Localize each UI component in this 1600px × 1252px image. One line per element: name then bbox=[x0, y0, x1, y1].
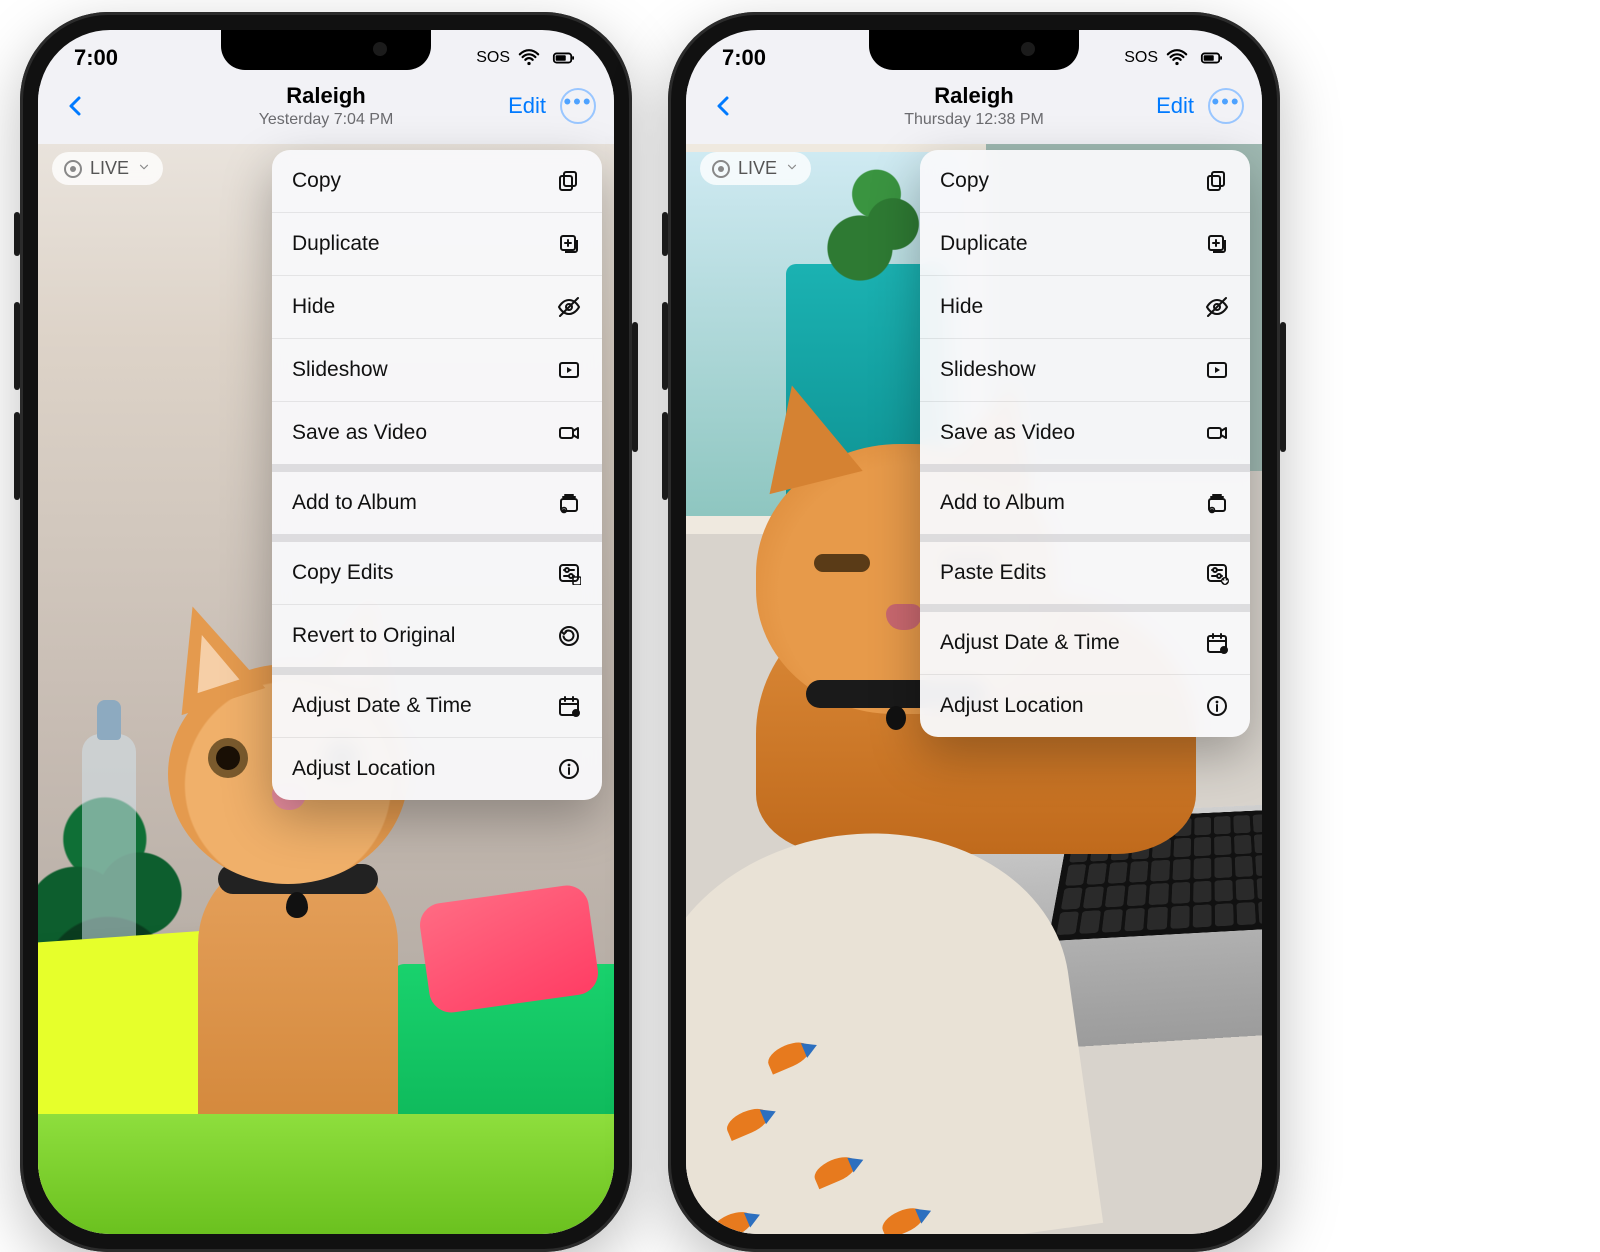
video-icon bbox=[556, 420, 582, 446]
context-menu: Copy Duplicate Hide Slideshow Save as Vi… bbox=[272, 150, 602, 800]
wifi-icon bbox=[518, 47, 540, 69]
nav-bar: Raleigh Yesterday 7:04 PM Edit ••• bbox=[38, 86, 614, 136]
menu-item-label: Revert to Original bbox=[292, 624, 455, 648]
sliders-copy-icon bbox=[556, 560, 582, 586]
edit-button[interactable]: Edit bbox=[1156, 93, 1194, 119]
hide-icon bbox=[556, 294, 582, 320]
live-badge[interactable]: LIVE bbox=[52, 152, 163, 185]
menu-item-copy[interactable]: Copy bbox=[272, 150, 602, 212]
menu-item-label: Add to Album bbox=[940, 491, 1065, 515]
menu-item-label: Save as Video bbox=[292, 421, 427, 445]
menu-item-copy[interactable]: Copy bbox=[920, 150, 1250, 212]
album-icon bbox=[1204, 490, 1230, 516]
menu-item-info[interactable]: Adjust Location bbox=[272, 737, 602, 800]
status-time: 7:00 bbox=[74, 45, 118, 71]
menu-item-album[interactable]: Add to Album bbox=[920, 472, 1250, 534]
menu-item-label: Duplicate bbox=[940, 232, 1028, 256]
wifi-icon bbox=[1166, 47, 1188, 69]
menu-item-sliders-paste[interactable]: Paste Edits bbox=[920, 542, 1250, 604]
menu-group: Add to Album bbox=[920, 464, 1250, 534]
live-icon bbox=[64, 160, 82, 178]
more-button[interactable]: ••• bbox=[560, 88, 596, 124]
menu-group: Add to Album bbox=[272, 464, 602, 534]
battery-icon bbox=[1196, 47, 1226, 69]
menu-item-label: Hide bbox=[292, 295, 335, 319]
menu-item-duplicate[interactable]: Duplicate bbox=[920, 212, 1250, 275]
menu-item-slideshow[interactable]: Slideshow bbox=[272, 338, 602, 401]
calendar-icon bbox=[556, 693, 582, 719]
back-button[interactable] bbox=[56, 86, 96, 126]
menu-item-album[interactable]: Add to Album bbox=[272, 472, 602, 534]
menu-group: Adjust Date & Time Adjust Location bbox=[272, 667, 602, 800]
menu-item-sliders-copy[interactable]: Copy Edits bbox=[272, 542, 602, 604]
live-label: LIVE bbox=[90, 158, 129, 179]
battery-icon bbox=[548, 47, 578, 69]
menu-item-video[interactable]: Save as Video bbox=[272, 401, 602, 464]
context-menu: Copy Duplicate Hide Slideshow Save as Vi… bbox=[920, 150, 1250, 737]
status-sos: SOS bbox=[476, 49, 510, 67]
copy-icon bbox=[1204, 168, 1230, 194]
copy-icon bbox=[556, 168, 582, 194]
hide-icon bbox=[1204, 294, 1230, 320]
notch bbox=[869, 30, 1079, 70]
menu-item-label: Adjust Date & Time bbox=[940, 631, 1120, 655]
notch bbox=[221, 30, 431, 70]
more-button[interactable]: ••• bbox=[1208, 88, 1244, 124]
sliders-paste-icon bbox=[1204, 560, 1230, 586]
menu-item-label: Adjust Location bbox=[940, 694, 1084, 718]
menu-group: Copy Duplicate Hide Slideshow Save as Vi… bbox=[920, 150, 1250, 464]
phone-screen: 7:00 SOS Raleigh Yesterday 7:04 PM Edit … bbox=[38, 30, 614, 1234]
menu-item-revert[interactable]: Revert to Original bbox=[272, 604, 602, 667]
menu-item-label: Paste Edits bbox=[940, 561, 1046, 585]
menu-item-calendar[interactable]: Adjust Date & Time bbox=[272, 675, 602, 737]
menu-item-label: Add to Album bbox=[292, 491, 417, 515]
menu-item-duplicate[interactable]: Duplicate bbox=[272, 212, 602, 275]
info-icon bbox=[556, 756, 582, 782]
info-icon bbox=[1204, 693, 1230, 719]
phone-frame: 7:00 SOS Raleigh Yesterday 7:04 PM Edit … bbox=[20, 12, 632, 1252]
phone-screen: 7:00 SOS Raleigh Thursday 12:38 PM Edit … bbox=[686, 30, 1262, 1234]
menu-item-label: Slideshow bbox=[292, 358, 388, 382]
menu-item-label: Adjust Date & Time bbox=[292, 694, 472, 718]
live-badge[interactable]: LIVE bbox=[700, 152, 811, 185]
chevron-down-icon bbox=[785, 160, 799, 177]
menu-group: Copy Edits Revert to Original bbox=[272, 534, 602, 667]
nav-bar: Raleigh Thursday 12:38 PM Edit ••• bbox=[686, 86, 1262, 136]
menu-item-info[interactable]: Adjust Location bbox=[920, 674, 1250, 737]
menu-item-label: Duplicate bbox=[292, 232, 380, 256]
menu-group: Adjust Date & Time Adjust Location bbox=[920, 604, 1250, 737]
status-sos: SOS bbox=[1124, 49, 1158, 67]
phone-frame: 7:00 SOS Raleigh Thursday 12:38 PM Edit … bbox=[668, 12, 1280, 1252]
menu-group: Paste Edits bbox=[920, 534, 1250, 604]
status-time: 7:00 bbox=[722, 45, 766, 71]
menu-item-video[interactable]: Save as Video bbox=[920, 401, 1250, 464]
menu-item-label: Copy bbox=[292, 169, 341, 193]
menu-item-label: Adjust Location bbox=[292, 757, 436, 781]
calendar-icon bbox=[1204, 630, 1230, 656]
menu-group: Copy Duplicate Hide Slideshow Save as Vi… bbox=[272, 150, 602, 464]
menu-item-label: Hide bbox=[940, 295, 983, 319]
slideshow-icon bbox=[556, 357, 582, 383]
menu-item-label: Copy Edits bbox=[292, 561, 394, 585]
menu-item-slideshow[interactable]: Slideshow bbox=[920, 338, 1250, 401]
menu-item-label: Save as Video bbox=[940, 421, 1075, 445]
duplicate-icon bbox=[556, 231, 582, 257]
menu-item-hide[interactable]: Hide bbox=[920, 275, 1250, 338]
video-icon bbox=[1204, 420, 1230, 446]
menu-item-calendar[interactable]: Adjust Date & Time bbox=[920, 612, 1250, 674]
edit-button[interactable]: Edit bbox=[508, 93, 546, 119]
chevron-down-icon bbox=[137, 160, 151, 177]
slideshow-icon bbox=[1204, 357, 1230, 383]
menu-item-label: Slideshow bbox=[940, 358, 1036, 382]
live-icon bbox=[712, 160, 730, 178]
album-icon bbox=[556, 490, 582, 516]
revert-icon bbox=[556, 623, 582, 649]
live-label: LIVE bbox=[738, 158, 777, 179]
menu-item-hide[interactable]: Hide bbox=[272, 275, 602, 338]
back-button[interactable] bbox=[704, 86, 744, 126]
duplicate-icon bbox=[1204, 231, 1230, 257]
menu-item-label: Copy bbox=[940, 169, 989, 193]
